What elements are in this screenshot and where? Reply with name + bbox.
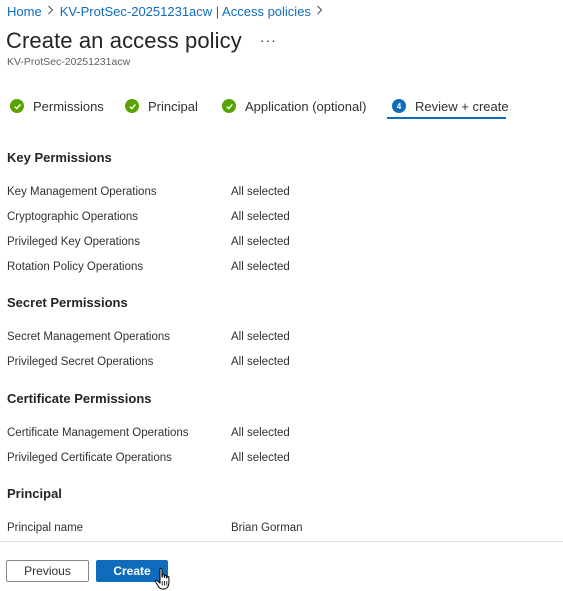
more-options-button[interactable]: ··· (260, 32, 277, 48)
step-label: Application (optional) (245, 98, 367, 114)
footer-divider (0, 541, 563, 542)
active-step-indicator (387, 117, 506, 119)
section-title-key-permissions: Key Permissions (7, 150, 112, 165)
row-label: Certificate Management Operations (7, 427, 189, 439)
step-label: Permissions (33, 98, 104, 114)
row-label: Secret Management Operations (7, 331, 171, 343)
row-label: Privileged Key Operations (7, 236, 140, 248)
row-value: All selected (231, 427, 290, 439)
row-label: Privileged Secret Operations (7, 356, 154, 368)
checkmark-circle-icon (10, 99, 24, 113)
page-subtitle: KV-ProtSec-20251231acw (7, 56, 131, 68)
row-value: All selected (231, 186, 290, 198)
page-title: Create an access policy (6, 28, 242, 53)
row-label: Privileged Certificate Operations (7, 452, 172, 464)
section-title-secret-permissions: Secret Permissions (7, 295, 128, 310)
row-value: All selected (231, 236, 290, 248)
step-review-create[interactable]: 4 Review + create (392, 95, 509, 117)
row-label: Key Management Operations (7, 186, 157, 198)
row-label: Rotation Policy Operations (7, 261, 144, 273)
previous-button[interactable]: Previous (6, 560, 89, 582)
row-value: All selected (231, 331, 290, 343)
step-principal[interactable]: Principal (125, 95, 198, 117)
checkmark-circle-icon (222, 99, 236, 113)
section-title-principal: Principal (7, 486, 62, 501)
chevron-right-icon (45, 5, 57, 18)
step-application[interactable]: Application (optional) (222, 95, 366, 117)
breadcrumb-home-link[interactable]: Home (7, 4, 42, 19)
row-value: All selected (231, 452, 290, 464)
row-value: All selected (231, 211, 290, 223)
step-number-icon: 4 (392, 99, 406, 113)
section-title-certificate-permissions: Certificate Permissions (7, 391, 152, 406)
row-value: All selected (231, 261, 290, 273)
step-permissions[interactable]: Permissions (10, 95, 104, 117)
step-label: Review + create (415, 98, 509, 114)
title-row: Create an access policy ··· (6, 28, 277, 54)
hand-pointer-cursor-icon (154, 568, 170, 590)
row-value: Brian Gorman (231, 522, 303, 534)
wizard-steps: Permissions Principal Application (optio… (0, 92, 563, 120)
breadcrumb: Home KV-ProtSec-20251231acw | Access pol… (7, 4, 329, 19)
step-label: Principal (148, 98, 198, 114)
checkmark-circle-icon (125, 99, 139, 113)
row-label: Cryptographic Operations (7, 211, 139, 223)
breadcrumb-access-policies-link[interactable]: KV-ProtSec-20251231acw | Access policies (60, 4, 311, 19)
row-value: All selected (231, 356, 290, 368)
row-label: Principal name (7, 522, 84, 534)
chevron-right-icon (314, 5, 326, 18)
